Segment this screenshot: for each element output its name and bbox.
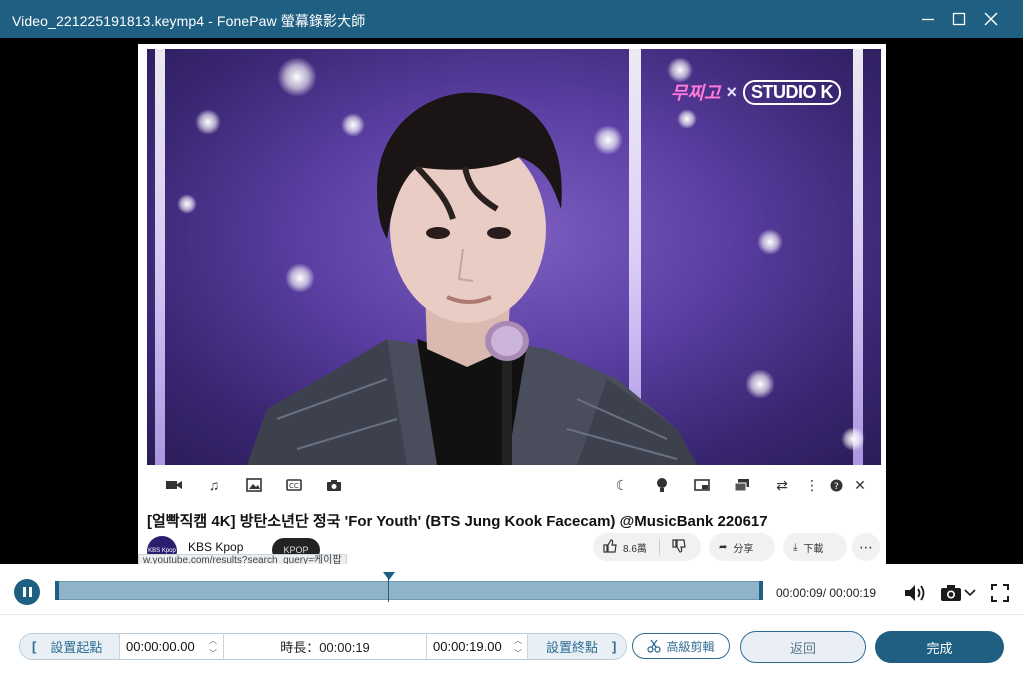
video-frame: 무찌고 × STUDIO K ♫ CC ☾ ⇄ ⋮ ? ✕ [얼빡직캠 4K] …	[138, 44, 886, 564]
set-end-label: 設置終點	[546, 640, 599, 655]
show-logo: 무찌고	[670, 83, 721, 103]
svg-text:?: ?	[834, 482, 839, 492]
camera-icon	[941, 585, 961, 601]
divider	[0, 614, 1023, 615]
set-end-button[interactable]: 設置終點 ]	[527, 634, 626, 659]
video-camera-icon	[165, 476, 183, 494]
minimize-button[interactable]	[912, 4, 944, 34]
trim-end-handle[interactable]	[759, 581, 763, 600]
pill-divider	[658, 539, 660, 555]
fullscreen-button[interactable]	[989, 582, 1011, 604]
svg-text:CC: CC	[289, 482, 299, 490]
playhead-knob[interactable]	[383, 572, 395, 580]
broadcast-logo: 무찌고 × STUDIO K	[671, 79, 841, 105]
bracket-close-icon: ]	[612, 639, 617, 654]
title-bar: Video_221225191813.keymp4 - FonePaw 螢幕錄影…	[0, 0, 1023, 38]
trim-controls: [ 設置起點 00:00:00.00 ︿ ﹀ 時長：00:00:19 00:00…	[19, 633, 627, 660]
end-time-field[interactable]: 00:00:19.00	[426, 634, 527, 659]
volume-button[interactable]	[902, 582, 928, 604]
download-label: 下載	[803, 543, 824, 555]
fullscreen-icon	[991, 584, 1009, 602]
video-preview[interactable]: 무찌고 × STUDIO K ♫ CC ☾ ⇄ ⋮ ? ✕ [얼빡직캠 4K] …	[0, 38, 1023, 564]
scissors-icon	[647, 639, 662, 653]
close-icon	[984, 12, 998, 26]
thumbs-up-icon	[603, 538, 617, 556]
chevron-down-icon	[964, 589, 976, 597]
pause-button[interactable]	[14, 579, 40, 605]
chevron-down-icon[interactable]: ﹀	[514, 649, 522, 658]
end-time-value: 00:00:19.00	[433, 639, 502, 654]
speaker-icon	[905, 585, 925, 601]
set-start-label: 設置起點	[50, 640, 103, 655]
yt-extension-toolbar: ♫ CC ☾ ⇄ ⋮ ? ✕	[147, 470, 881, 500]
help-icon: ?	[827, 476, 845, 494]
lightbulb-icon	[653, 476, 671, 494]
more-icon: ⋯	[859, 538, 873, 555]
captions-icon: CC	[285, 476, 303, 494]
repeat-icon: ⇄	[776, 476, 788, 493]
back-button[interactable]: 返回	[740, 631, 866, 663]
pause-icon-bar	[28, 587, 32, 597]
pause-icon-bar	[22, 587, 26, 597]
status-url-tooltip: w.youtube.com/results?search_query=케이팝	[138, 554, 347, 564]
more-pill: ⋯	[852, 533, 880, 561]
trim-start-handle[interactable]	[55, 581, 59, 600]
chevron-up-icon[interactable]: ︿	[209, 636, 217, 645]
yt-video-title: [얼빡직캠 4K] 방탄소년단 정국 'For Youth' (BTS Jung…	[147, 513, 768, 530]
end-time-stepper[interactable]: ︿ ﹀	[513, 636, 523, 658]
moon-icon: ☾	[615, 476, 629, 493]
share-icon: ➦	[719, 541, 728, 553]
window-title: Video_221225191813.keymp4 - FonePaw 螢幕錄影…	[12, 13, 366, 29]
close-button[interactable]	[975, 4, 1007, 34]
snapshot-button[interactable]	[938, 582, 978, 604]
download-pill: ⤓ 下載	[783, 533, 847, 561]
performer-illustration	[247, 92, 697, 465]
miniplayer-icon	[693, 476, 711, 494]
bracket-open-icon: [	[32, 639, 37, 654]
set-start-button[interactable]: [ 設置起點	[20, 634, 119, 659]
layers-icon	[733, 476, 751, 494]
music-note-icon: ♫	[208, 477, 220, 493]
camera-icon	[325, 476, 343, 494]
channel-name: KBS Kpop	[188, 540, 244, 554]
thumbs-down-icon	[672, 538, 686, 556]
start-time-value: 00:00:00.00	[126, 639, 195, 654]
like-dislike-pill: 8.6萬	[593, 533, 701, 561]
duration-display: 時長：00:00:19	[223, 634, 426, 659]
logo-separator: ×	[726, 81, 737, 102]
duration-label: 時長：00:00:19	[280, 640, 370, 655]
chevron-down-icon[interactable]: ﹀	[209, 649, 217, 658]
studio-logo: STUDIO K	[742, 79, 841, 105]
advanced-trim-label: 高級剪輯	[666, 639, 715, 654]
timeline-track[interactable]	[55, 581, 763, 600]
advanced-trim-button[interactable]: 高級剪輯	[632, 633, 730, 659]
kebab-menu-icon: ⋮	[805, 476, 819, 493]
maximize-icon	[952, 12, 966, 26]
chevron-up-icon[interactable]: ︿	[514, 636, 522, 645]
minimize-icon	[922, 18, 934, 21]
share-pill: ➦ 分享	[709, 533, 775, 561]
start-time-stepper[interactable]: ︿ ﹀	[208, 636, 218, 658]
video-scene: 무찌고 × STUDIO K	[147, 49, 881, 465]
image-icon	[245, 476, 263, 494]
maximize-button[interactable]	[943, 4, 975, 34]
download-icon: ⤓	[793, 541, 798, 553]
time-readout: 00:00:09/ 00:00:19	[776, 586, 877, 600]
close-icon: ✕	[854, 476, 866, 493]
done-button[interactable]: 完成	[875, 631, 1004, 663]
share-label: 分享	[733, 543, 754, 555]
like-count: 8.6萬	[623, 543, 647, 555]
